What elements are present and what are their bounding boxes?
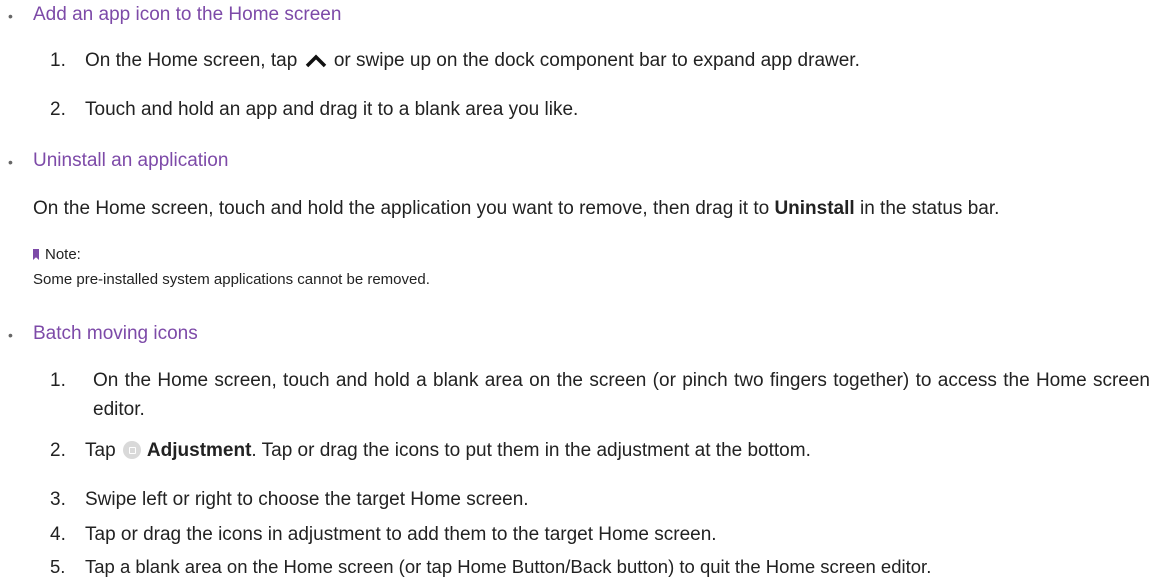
note-text: Some pre-installed system applications c… (33, 271, 430, 288)
step-add-1: 1. On the Home screen, tap or swipe up on… (50, 50, 860, 72)
step-batch-3: 3. Swipe left or right to choose the targ… (50, 489, 529, 511)
step-number: 3. (50, 489, 66, 510)
section-title-add-icon[interactable]: Add an app icon to the Home screen (33, 4, 341, 26)
step-batch-5: 5. Tap a blank area on the Home screen (o… (50, 556, 931, 578)
bullet: • (8, 154, 13, 170)
step-batch-2: 2. Tap Adjustment. Tap or drag the icons … (50, 440, 811, 462)
step-add-2: 2. Touch and hold an app and drag it to a… (50, 99, 578, 121)
step-text: Touch and hold an app and drag it to a b… (85, 99, 579, 120)
step-text: Tap a blank area on the Home screen (or … (85, 556, 932, 577)
uninstall-paragraph: On the Home screen, touch and hold the a… (33, 196, 1153, 222)
step-text: On the Home screen, touch and hold a bla… (93, 370, 1150, 420)
step-text: or swipe up on the dock component bar to… (333, 50, 860, 71)
step-batch-4: 4. Tap or drag the icons in adjustment to… (50, 524, 717, 546)
section-title-uninstall[interactable]: Uninstall an application (33, 150, 228, 172)
step-number: 1. (50, 50, 66, 71)
bullet: • (8, 327, 13, 343)
paragraph-text: On the Home screen, touch and hold the a… (33, 198, 770, 219)
section-title-batch[interactable]: Batch moving icons (33, 323, 198, 345)
adjustment-keyword: Adjustment (146, 440, 252, 461)
paragraph-text: in the status bar. (859, 198, 1000, 219)
step-batch-1: 1. On the Home screen, touch and hold a … (50, 366, 1150, 424)
bookmark-icon (33, 249, 39, 260)
step-text: . Tap or drag the icons to put them in t… (251, 440, 811, 461)
step-text: Tap or drag the icons in adjustment to a… (85, 524, 717, 545)
note-label: Note: (33, 246, 81, 263)
step-number: 1. (50, 370, 66, 391)
note-label-text: Note: (45, 246, 81, 263)
step-number: 2. (50, 440, 66, 461)
step-number: 4. (50, 524, 66, 545)
step-number: 2. (50, 99, 66, 120)
step-number: 5. (50, 556, 66, 577)
adjustment-icon (122, 441, 141, 459)
uninstall-keyword: Uninstall (774, 198, 855, 219)
step-text: Swipe left or right to choose the target… (85, 489, 529, 510)
bullet: • (8, 8, 13, 24)
chevron-up-icon (305, 54, 326, 68)
step-text: On the Home screen, tap (85, 50, 298, 71)
step-text: Tap (85, 440, 116, 461)
